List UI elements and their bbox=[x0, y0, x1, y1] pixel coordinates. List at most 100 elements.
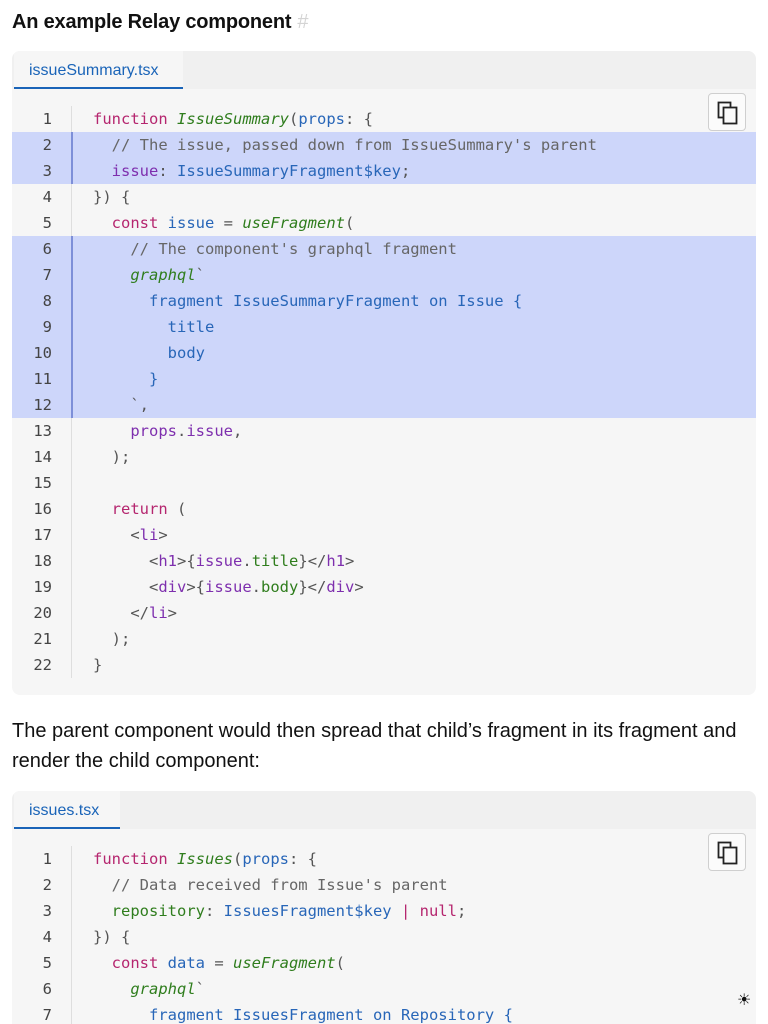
code-text: // Data received from Issue's parent bbox=[93, 872, 448, 898]
code-block-issue-summary: issueSummary.tsx 1 function IssueSummary(… bbox=[12, 51, 756, 695]
code-token: : { bbox=[289, 850, 318, 868]
code-token: > bbox=[345, 552, 355, 570]
code-token: Issues bbox=[177, 850, 233, 868]
code-token: >{ bbox=[186, 578, 205, 596]
code-token: props bbox=[93, 422, 177, 440]
code-text: title bbox=[93, 314, 215, 340]
code-token: }) { bbox=[93, 928, 131, 946]
code-text: } bbox=[93, 366, 158, 392]
gutter-divider bbox=[71, 522, 72, 548]
line-number: 3 bbox=[42, 162, 52, 180]
code-line: 20 </li> bbox=[12, 600, 756, 626]
gutter-divider bbox=[71, 924, 72, 950]
copy-button[interactable] bbox=[708, 833, 746, 871]
code-token: issue bbox=[186, 422, 234, 440]
code-text: return ( bbox=[93, 496, 187, 522]
code-text: <li> bbox=[93, 522, 167, 548]
line-number: 20 bbox=[33, 604, 52, 622]
code-area: 1 function Issues(props: {2 // Data recei… bbox=[12, 829, 756, 1024]
code-token: . bbox=[177, 422, 187, 440]
code-line: 18 <h1>{issue.title}</h1> bbox=[12, 548, 756, 574]
code-token: null bbox=[419, 902, 457, 920]
gutter-divider bbox=[71, 392, 73, 418]
code-token: ); bbox=[93, 448, 131, 466]
gutter-divider bbox=[71, 898, 72, 924]
code-line: 3 repository: IssuesFragment$key | null; bbox=[12, 898, 756, 924]
gutter-divider bbox=[71, 444, 72, 470]
line-number: 7 bbox=[42, 1006, 52, 1024]
code-line: 14 ); bbox=[12, 444, 756, 470]
code-text: function Issues(props: { bbox=[93, 846, 317, 872]
code-text: function IssueSummary(props: { bbox=[93, 106, 373, 132]
file-tab-issues[interactable]: issues.tsx bbox=[14, 791, 120, 829]
gutter-divider bbox=[71, 262, 73, 288]
code-token: ( bbox=[335, 954, 345, 972]
gutter-divider bbox=[71, 548, 72, 574]
copy-icon bbox=[717, 841, 738, 865]
code-token: ; bbox=[456, 902, 467, 920]
code-token: const bbox=[93, 214, 168, 232]
code-token: issue bbox=[93, 162, 159, 180]
line-number: 15 bbox=[33, 474, 52, 492]
copy-button[interactable] bbox=[708, 93, 746, 131]
code-token: h1 bbox=[326, 552, 346, 570]
code-text: `, bbox=[93, 392, 149, 418]
sun-icon[interactable]: ☀ bbox=[737, 990, 751, 1010]
code-token: title bbox=[251, 552, 299, 570]
code-text: // The component's graphql fragment bbox=[93, 236, 457, 262]
code-text: ); bbox=[93, 444, 131, 470]
code-token: graphql bbox=[93, 266, 196, 284]
line-number: 3 bbox=[42, 902, 52, 920]
line-number: 22 bbox=[33, 656, 52, 674]
code-line: 15 bbox=[12, 470, 756, 496]
code-token: body bbox=[93, 344, 205, 362]
code-token: // The issue, passed down from IssueSumm… bbox=[93, 136, 597, 154]
code-line: 1 function IssueSummary(props: { bbox=[12, 106, 756, 132]
code-token: = bbox=[214, 214, 243, 232]
code-token: : bbox=[204, 902, 224, 920]
file-tab-issue-summary[interactable]: issueSummary.tsx bbox=[14, 51, 183, 89]
line-number: 4 bbox=[42, 188, 52, 206]
body-paragraph: The parent component would then spread t… bbox=[12, 720, 737, 772]
code-token: , bbox=[233, 422, 243, 440]
code-token: fragment IssueSummaryFragment on Issue { bbox=[93, 292, 523, 310]
line-number: 19 bbox=[33, 578, 52, 596]
heading-anchor-link[interactable]: # bbox=[297, 11, 308, 33]
line-number: 2 bbox=[42, 136, 52, 154]
gutter-divider bbox=[71, 288, 73, 314]
code-token: li bbox=[139, 526, 159, 544]
code-token: ` bbox=[195, 266, 205, 284]
gutter-divider bbox=[71, 1002, 72, 1024]
code-line: 11 } bbox=[12, 366, 756, 392]
code-token: issue bbox=[195, 552, 243, 570]
code-area: 1 function IssueSummary(props: { 2 // The … bbox=[12, 89, 756, 692]
gutter-divider bbox=[71, 950, 72, 976]
code-text: props.issue, bbox=[93, 418, 242, 444]
code-text: }) { bbox=[93, 184, 130, 210]
code-text: body bbox=[93, 340, 205, 366]
code-text: repository: IssuesFragment$key | null; bbox=[93, 898, 467, 924]
code-line: 16 return ( bbox=[12, 496, 756, 522]
line-number: 1 bbox=[42, 110, 52, 128]
code-token: h1 bbox=[158, 552, 177, 570]
code-token: ( bbox=[288, 110, 299, 128]
code-token: fragment IssuesFragment on Repository { bbox=[93, 1006, 513, 1024]
code-line: 12 `, bbox=[12, 392, 756, 418]
code-token: < bbox=[93, 552, 159, 570]
code-line: 7 fragment IssuesFragment on Repository … bbox=[12, 1002, 756, 1024]
line-number: 14 bbox=[33, 448, 52, 466]
code-token: li bbox=[149, 604, 168, 622]
gutter-divider bbox=[71, 976, 72, 1002]
gutter-divider bbox=[71, 418, 72, 444]
code-token: >{ bbox=[177, 552, 196, 570]
gutter-divider bbox=[71, 626, 72, 652]
gutter-divider bbox=[71, 846, 72, 872]
code-text: } bbox=[93, 652, 102, 678]
line-number: 4 bbox=[42, 928, 52, 946]
code-line: 3 issue: IssueSummaryFragment$key; bbox=[12, 158, 756, 184]
gutter-divider bbox=[71, 158, 73, 184]
code-text: graphql` bbox=[93, 976, 205, 1002]
gutter-divider bbox=[71, 470, 72, 496]
line-number: 2 bbox=[42, 876, 52, 894]
code-line: 21 ); bbox=[12, 626, 756, 652]
